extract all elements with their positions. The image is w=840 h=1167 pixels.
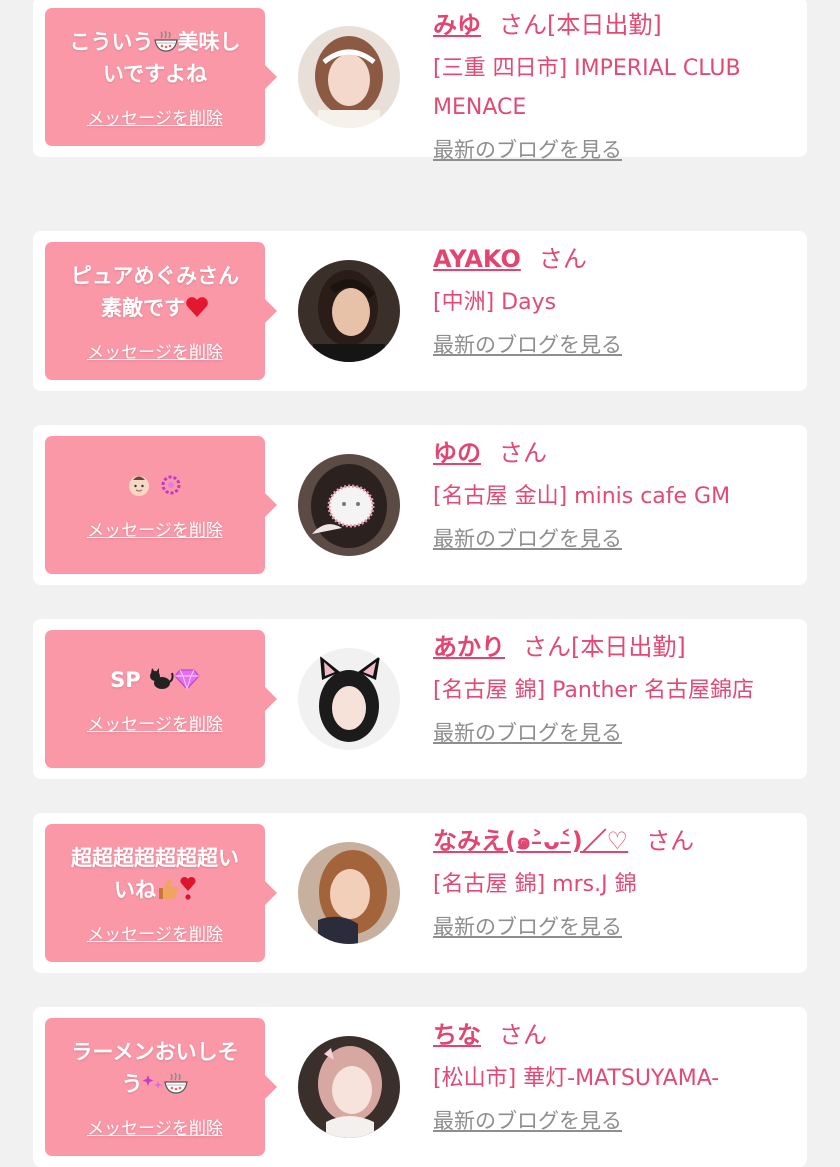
delete-message-link[interactable]: メッセージを削除	[87, 920, 223, 945]
latest-blog-link[interactable]: 最新のブログを見る	[433, 716, 622, 750]
name-line: AYAKO さん	[433, 241, 798, 277]
message-bubble: ラーメンおいしそ う メッセージを削除	[45, 1018, 277, 1156]
cast-info: なみえ(๑˃̵ᴗ˂̵)／♡ さん [名古屋 錦] mrs.J 錦 最新のブログを見…	[433, 823, 798, 944]
baby-face-icon	[127, 474, 151, 498]
honorific-label: さん	[499, 1021, 547, 1049]
exclamation-heart-icon	[180, 876, 196, 902]
delete-message-link[interactable]: メッセージを削除	[87, 1114, 223, 1139]
message-card: SP メッセージを削除 あかり さん[本日出勤] [名古屋 錦] Panther …	[33, 619, 807, 779]
cast-info: みゆ さん[本日出勤] [三重 四日市] IMPERIAL CLUB MENACE…	[433, 7, 798, 167]
honorific-label: さん	[646, 827, 695, 855]
avatar[interactable]	[298, 260, 400, 362]
avatar[interactable]	[298, 454, 400, 556]
name-line: ちな さん	[433, 1017, 798, 1053]
name-line: あかり さん[本日出勤]	[433, 629, 798, 665]
latest-blog-link[interactable]: 最新のブログを見る	[433, 328, 622, 362]
sparkles-icon	[142, 1072, 164, 1096]
honorific-label: さん	[499, 11, 547, 39]
cast-name-link[interactable]: みゆ	[433, 11, 481, 39]
avatar[interactable]	[298, 648, 400, 750]
name-line: ゆの さん	[433, 435, 798, 471]
cast-info: ゆの さん [名古屋 金山] minis cafe GM 最新のブログを見る	[433, 435, 798, 556]
delete-message-link[interactable]: メッセージを削除	[87, 104, 223, 129]
shop-label: [松山市] 華灯-MATSUYAMA-	[433, 1066, 720, 1091]
latest-blog-link[interactable]: 最新のブログを見る	[433, 910, 622, 944]
message-list: こういう 美味し いですよね メッセージを削除 みゆ さん[本日出勤] [三重 四日…	[0, 0, 840, 1167]
shop-label: [名古屋 錦] mrs.J 錦	[433, 872, 637, 897]
heart-icon	[185, 296, 209, 320]
cast-name-link[interactable]: ゆの	[433, 439, 481, 467]
message-card: こういう 美味し いですよね メッセージを削除 みゆ さん[本日出勤] [三重 四日…	[33, 0, 807, 162]
message-bubble: メッセージを削除	[45, 436, 277, 574]
thumbs-up-icon	[156, 878, 180, 902]
avatar[interactable]	[298, 26, 400, 128]
name-line: みゆ さん[本日出勤]	[433, 7, 798, 43]
ramen-bowl-icon	[153, 30, 178, 54]
message-text: ラーメンおいしそ う	[71, 1039, 239, 1096]
honorific-label: さん	[538, 245, 587, 273]
shop-label: [三重 四日市] IMPERIAL CLUB MENACE	[433, 56, 741, 120]
delete-message-link[interactable]: メッセージを削除	[87, 710, 223, 735]
ramen-bowl-icon	[164, 1072, 189, 1096]
message-text: SP	[110, 664, 200, 696]
shop-label: [名古屋 金山] minis cafe GM	[433, 484, 731, 509]
shop-label: [名古屋 錦] Panther 名古屋錦店	[433, 678, 754, 703]
delete-message-link[interactable]: メッセージを削除	[87, 338, 223, 363]
black-cat-icon	[148, 667, 174, 692]
cast-info: あかり さん[本日出勤] [名古屋 錦] Panther 名古屋錦店 最新のブログ…	[433, 629, 798, 750]
attendance-status: [本日出勤]	[547, 11, 662, 39]
honorific-label: さん	[523, 633, 571, 661]
message-text: こういう 美味し いですよね	[69, 29, 241, 86]
attendance-status: [本日出勤]	[571, 633, 686, 661]
message-card: ラーメンおいしそ う メッセージを削除 ちな さん [松山市] 華灯-MATSUY…	[33, 1007, 807, 1167]
cast-name-link[interactable]: ちな	[433, 1021, 481, 1049]
cast-name-link[interactable]: あかり	[433, 633, 505, 661]
cast-info: AYAKO さん [中洲] Days 最新のブログを見る	[433, 241, 798, 362]
message-card: 超超超超超超超い いね メッセージを削除 なみえ(๑˃̵ᴗ˂̵)／♡ さん [名古…	[33, 813, 807, 973]
message-card: メッセージを削除 ゆの さん [名古屋 金山] minis cafe GM 最新の…	[33, 425, 807, 585]
avatar[interactable]	[298, 842, 400, 944]
honorific-label: さん	[499, 439, 547, 467]
message-card: ピュアめぐみさん 素敵です メッセージを削除 AYAKO さん [中洲] Days…	[33, 231, 807, 391]
message-text: 超超超超超超超い いね	[71, 845, 239, 902]
cast-info: ちな さん [松山市] 華灯-MATSUYAMA- 最新のブログを見る	[433, 1017, 798, 1138]
message-bubble: こういう 美味し いですよね メッセージを削除	[45, 8, 277, 146]
avatar[interactable]	[298, 1036, 400, 1138]
message-bubble: 超超超超超超超い いね メッセージを削除	[45, 824, 277, 962]
latest-blog-link[interactable]: 最新のブログを見る	[433, 133, 622, 167]
sparkle-ring-icon	[159, 474, 183, 498]
delete-message-link[interactable]: メッセージを削除	[87, 516, 223, 541]
gem-icon	[174, 668, 200, 692]
message-bubble: ピュアめぐみさん 素敵です メッセージを削除	[45, 242, 277, 380]
message-text	[127, 470, 182, 502]
cast-name-link[interactable]: なみえ(๑˃̵ᴗ˂̵)／♡	[433, 827, 628, 855]
cast-name-link[interactable]: AYAKO	[433, 245, 521, 273]
shop-label: [中洲] Days	[433, 290, 557, 315]
name-line: なみえ(๑˃̵ᴗ˂̵)／♡ さん	[433, 823, 798, 859]
latest-blog-link[interactable]: 最新のブログを見る	[433, 1104, 622, 1138]
message-text: ピュアめぐみさん 素敵です	[70, 263, 240, 320]
message-bubble: SP メッセージを削除	[45, 630, 277, 768]
latest-blog-link[interactable]: 最新のブログを見る	[433, 522, 622, 556]
